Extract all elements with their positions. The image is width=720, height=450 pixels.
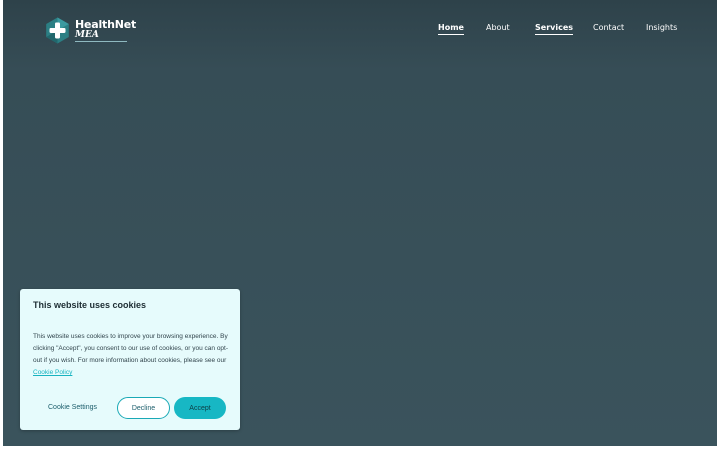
logo-subtitle: MEA	[75, 30, 127, 42]
nav-home[interactable]: Home	[438, 23, 464, 35]
cookie-banner: This website uses cookies This website u…	[20, 289, 240, 430]
cookie-banner-text: This website uses cookies to improve you…	[33, 331, 231, 379]
site-logo[interactable]: HealthNet MEA	[44, 16, 136, 44]
cookie-banner-body: This website uses cookies to improve you…	[33, 333, 229, 364]
cookie-banner-title: This website uses cookies	[33, 300, 147, 310]
nav-about[interactable]: About	[486, 23, 510, 34]
cookie-policy-link[interactable]: Cookie Policy	[33, 369, 72, 376]
logo-name: HealthNet	[75, 17, 137, 31]
cookie-settings-button[interactable]: Cookie Settings	[42, 399, 103, 417]
nav-insights[interactable]: Insights	[646, 23, 677, 34]
site-header: HealthNet MEA Home About Services Contac…	[3, 0, 717, 60]
nav-services[interactable]: Services	[535, 23, 574, 35]
nav-contact[interactable]: Contact	[593, 23, 624, 34]
accept-button[interactable]: Accept	[174, 397, 226, 419]
logo-text: HealthNet MEA	[75, 19, 136, 42]
decline-button[interactable]: Decline	[117, 397, 170, 419]
plus-cross-icon	[44, 17, 71, 44]
